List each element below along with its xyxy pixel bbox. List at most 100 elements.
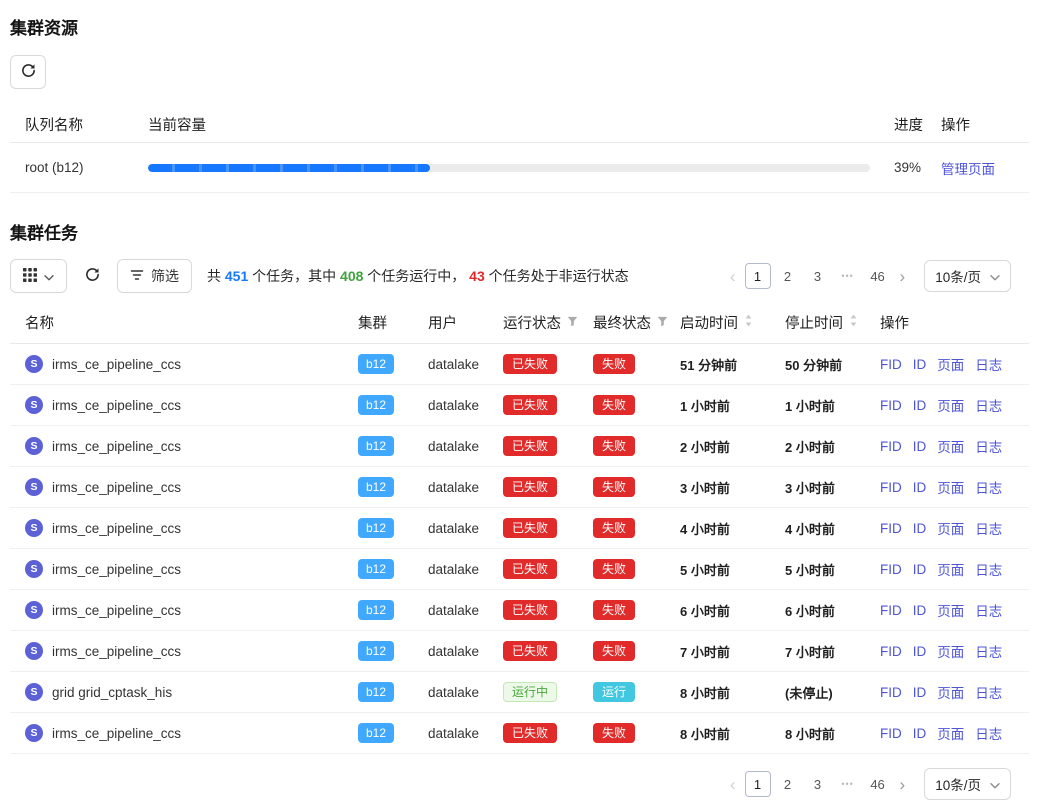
run-status-cell: 已失败 xyxy=(503,723,593,743)
fid-link[interactable]: FID xyxy=(880,521,902,536)
fid-link[interactable]: FID xyxy=(880,398,902,413)
task-name-cell: S irms_ce_pipeline_ccs xyxy=(25,519,358,537)
refresh-tasks-button[interactable] xyxy=(78,259,106,293)
id-link[interactable]: ID xyxy=(913,357,927,372)
pagination-page-46[interactable]: 46 xyxy=(865,263,891,289)
stop-time: 8 小时前 xyxy=(785,724,880,743)
run-status-cell: 已失败 xyxy=(503,354,593,374)
pagination-ellipsis: ••• xyxy=(835,263,861,289)
stop-time: 3 小时前 xyxy=(785,478,880,497)
pagination-page-3[interactable]: 3 xyxy=(805,263,831,289)
fid-link[interactable]: FID xyxy=(880,603,902,618)
task-name-cell: S irms_ce_pipeline_ccs xyxy=(25,355,358,373)
table-row: S irms_ce_pipeline_ccs b12 datalake 已失败 … xyxy=(10,467,1029,508)
task-actions-cell: FID ID 页面 日志 xyxy=(880,641,1029,661)
fid-link[interactable]: FID xyxy=(880,480,902,495)
task-name-cell: S grid grid_cptask_his xyxy=(25,683,358,701)
cluster-tasks-table: 名称 集群 用户 运行状态 最终状态 启动时间 停止时间 操作 S xyxy=(10,302,1029,754)
col-final-status-label: 最终状态 xyxy=(593,312,651,333)
page-link[interactable]: 页面 xyxy=(937,518,964,538)
id-link[interactable]: ID xyxy=(913,480,927,495)
fid-link[interactable]: FID xyxy=(880,357,902,372)
start-time: 8 小时前 xyxy=(680,724,785,743)
log-link[interactable]: 日志 xyxy=(975,559,1002,579)
task-user: datalake xyxy=(428,644,503,659)
run-status-cell: 已失败 xyxy=(503,477,593,497)
id-link[interactable]: ID xyxy=(913,685,927,700)
log-link[interactable]: 日志 xyxy=(975,477,1002,497)
filter-button[interactable]: 筛选 xyxy=(117,259,192,293)
log-link[interactable]: 日志 xyxy=(975,518,1002,538)
cluster-badge: b12 xyxy=(358,600,394,620)
log-link[interactable]: 日志 xyxy=(975,436,1002,456)
task-user: datalake xyxy=(428,603,503,618)
cluster-cell: b12 xyxy=(358,600,428,620)
page-size-select[interactable]: 10条/页 xyxy=(924,768,1011,800)
start-time: 2 小时前 xyxy=(680,437,785,456)
id-link[interactable]: ID xyxy=(913,439,927,454)
fid-link[interactable]: FID xyxy=(880,685,902,700)
fid-link[interactable]: FID xyxy=(880,644,902,659)
page-size-select[interactable]: 10条/页 xyxy=(924,260,1011,292)
pagination-page-2[interactable]: 2 xyxy=(775,263,801,289)
id-link[interactable]: ID xyxy=(913,398,927,413)
task-user: datalake xyxy=(428,726,503,741)
spark-avatar: S xyxy=(25,642,43,660)
summary-prefix: 共 xyxy=(207,268,225,284)
id-link[interactable]: ID xyxy=(913,521,927,536)
page-link[interactable]: 页面 xyxy=(937,682,964,702)
page-link[interactable]: 页面 xyxy=(937,600,964,620)
run-status-badge: 已失败 xyxy=(503,395,557,415)
id-link[interactable]: ID xyxy=(913,603,927,618)
sort-icon[interactable] xyxy=(849,314,858,331)
log-link[interactable]: 日志 xyxy=(975,354,1002,374)
task-actions-cell: FID ID 页面 日志 xyxy=(880,354,1029,374)
log-link[interactable]: 日志 xyxy=(975,600,1002,620)
page-link[interactable]: 页面 xyxy=(937,641,964,661)
resources-table-header: 队列名称 当前容量 进度 操作 xyxy=(10,107,1029,143)
id-link[interactable]: ID xyxy=(913,562,927,577)
capacity-progress-track xyxy=(148,164,870,172)
filter-funnel-icon[interactable] xyxy=(657,315,668,331)
task-name-cell: S irms_ce_pipeline_ccs xyxy=(25,478,358,496)
pagination-page-3[interactable]: 3 xyxy=(805,771,831,797)
fid-link[interactable]: FID xyxy=(880,562,902,577)
pagination-page-2[interactable]: 2 xyxy=(775,771,801,797)
filter-funnel-icon[interactable] xyxy=(567,315,578,331)
log-link[interactable]: 日志 xyxy=(975,395,1002,415)
page-link[interactable]: 页面 xyxy=(937,354,964,374)
pagination-prev[interactable]: ‹ xyxy=(725,268,741,285)
task-actions-cell: FID ID 页面 日志 xyxy=(880,723,1029,743)
log-link[interactable]: 日志 xyxy=(975,723,1002,743)
run-status-badge: 已失败 xyxy=(503,600,557,620)
sort-icon[interactable] xyxy=(744,314,753,331)
page-link[interactable]: 页面 xyxy=(937,477,964,497)
final-status-badge: 失败 xyxy=(593,518,635,538)
pagination-next[interactable]: › xyxy=(895,268,911,285)
id-link[interactable]: ID xyxy=(913,726,927,741)
pagination-page-46[interactable]: 46 xyxy=(865,771,891,797)
manage-page-link[interactable]: 管理页面 xyxy=(941,162,995,177)
tasks-table-body: S irms_ce_pipeline_ccs b12 datalake 已失败 … xyxy=(10,344,1029,754)
page-link[interactable]: 页面 xyxy=(937,395,964,415)
pagination-page-1[interactable]: 1 xyxy=(745,263,771,289)
refresh-resources-button[interactable] xyxy=(10,55,46,89)
id-link[interactable]: ID xyxy=(913,644,927,659)
task-name: irms_ce_pipeline_ccs xyxy=(52,644,181,659)
page-link[interactable]: 页面 xyxy=(937,436,964,456)
task-name: irms_ce_pipeline_ccs xyxy=(52,439,181,454)
log-link[interactable]: 日志 xyxy=(975,682,1002,702)
page-link[interactable]: 页面 xyxy=(937,723,964,743)
fid-link[interactable]: FID xyxy=(880,439,902,454)
layout-dropdown-button[interactable] xyxy=(10,259,67,293)
run-status-cell: 已失败 xyxy=(503,600,593,620)
table-row: S irms_ce_pipeline_ccs b12 datalake 已失败 … xyxy=(10,344,1029,385)
task-actions-cell: FID ID 页面 日志 xyxy=(880,559,1029,579)
page-link[interactable]: 页面 xyxy=(937,559,964,579)
pagination: ‹ 123•••46 › 10条/页 xyxy=(725,260,1029,292)
col-resource-actions: 操作 xyxy=(941,114,1029,135)
task-summary: 共 451 个任务，其中 408 个任务运行中， 43 个任务处于非运行状态 xyxy=(207,266,629,286)
pagination-page-1[interactable]: 1 xyxy=(745,771,771,797)
fid-link[interactable]: FID xyxy=(880,726,902,741)
log-link[interactable]: 日志 xyxy=(975,641,1002,661)
